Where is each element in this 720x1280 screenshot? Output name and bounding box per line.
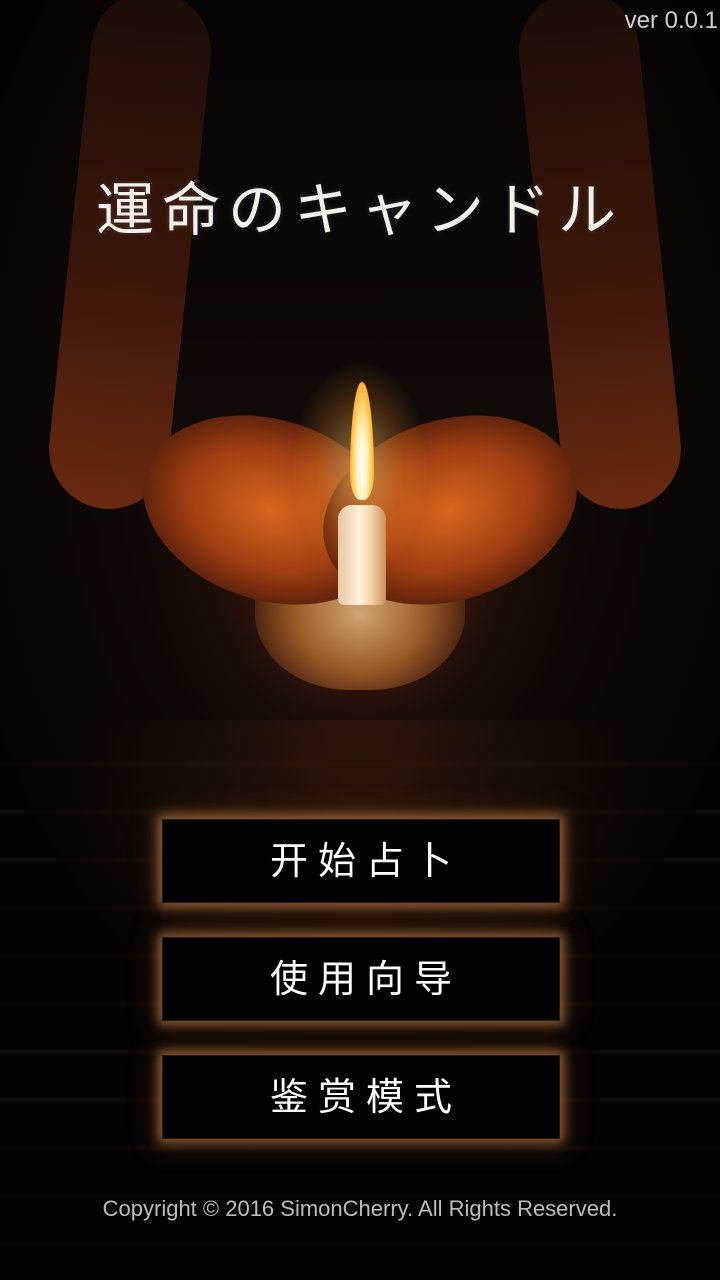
candle [338, 505, 386, 605]
user-guide-button[interactable]: 使用向导 [162, 937, 560, 1021]
app-title: 運命のキャンドル [95, 176, 624, 244]
start-fortune-button[interactable]: 开始占卜 [162, 819, 560, 903]
gallery-mode-label: 鉴赏模式 [269, 1075, 462, 1119]
user-guide-label: 使用向导 [269, 957, 462, 1001]
gallery-mode-button[interactable]: 鉴赏模式 [162, 1055, 560, 1139]
version-label: ver 0.0.1 [624, 7, 718, 34]
start-fortune-label: 开始占卜 [269, 839, 462, 883]
copyright-text: Copyright © 2016 SimonCherry. All Rights… [102, 1196, 618, 1221]
